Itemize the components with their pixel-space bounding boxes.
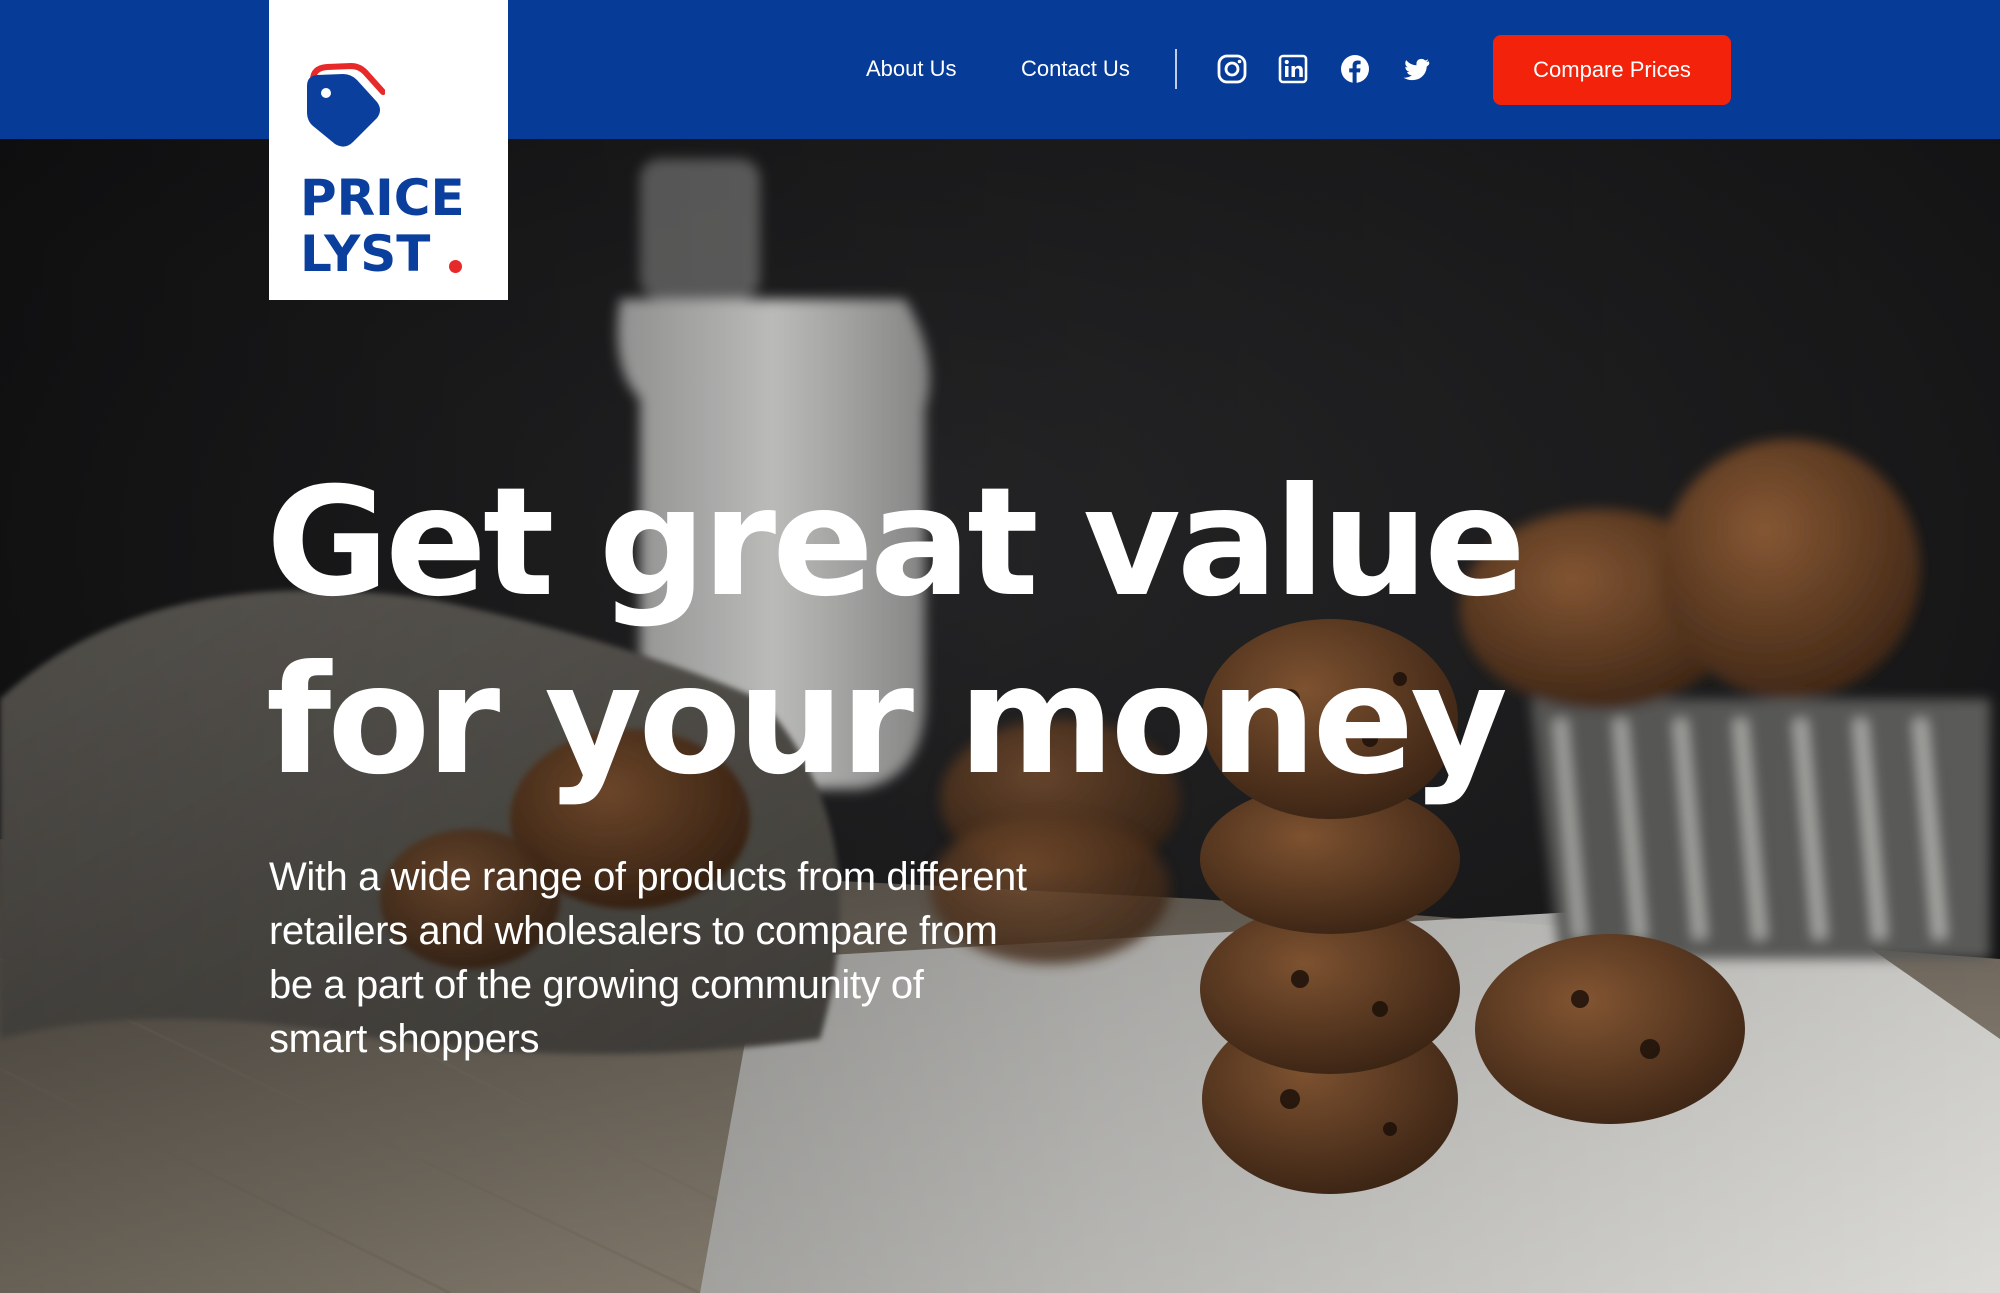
hero-headline-line-1: Get great value: [266, 456, 1526, 630]
facebook-icon[interactable]: [1339, 53, 1371, 85]
instagram-icon[interactable]: [1216, 53, 1248, 85]
linkedin-icon[interactable]: [1277, 53, 1309, 85]
hero-subcopy: With a wide range of products from diffe…: [269, 855, 1027, 1061]
brand-line-2: LYST: [300, 225, 431, 283]
price-tag-icon: [307, 62, 385, 147]
compare-prices-button[interactable]: Compare Prices: [1493, 35, 1731, 105]
twitter-icon[interactable]: [1400, 53, 1432, 85]
nav-about-us-link[interactable]: About Us: [866, 54, 957, 84]
hero-headline-line-2: for your money: [266, 634, 1508, 808]
brand-dot: [449, 260, 462, 273]
nav-contact-us-link[interactable]: Contact Us: [1021, 54, 1130, 84]
nav-divider: [1175, 49, 1177, 89]
brand-line-1: PRICE: [300, 169, 465, 227]
logo[interactable]: PRICE LYST: [269, 0, 508, 300]
hero-headline: Get great value for your money: [266, 454, 1566, 810]
brand-wordmark: PRICE LYST: [300, 170, 465, 282]
